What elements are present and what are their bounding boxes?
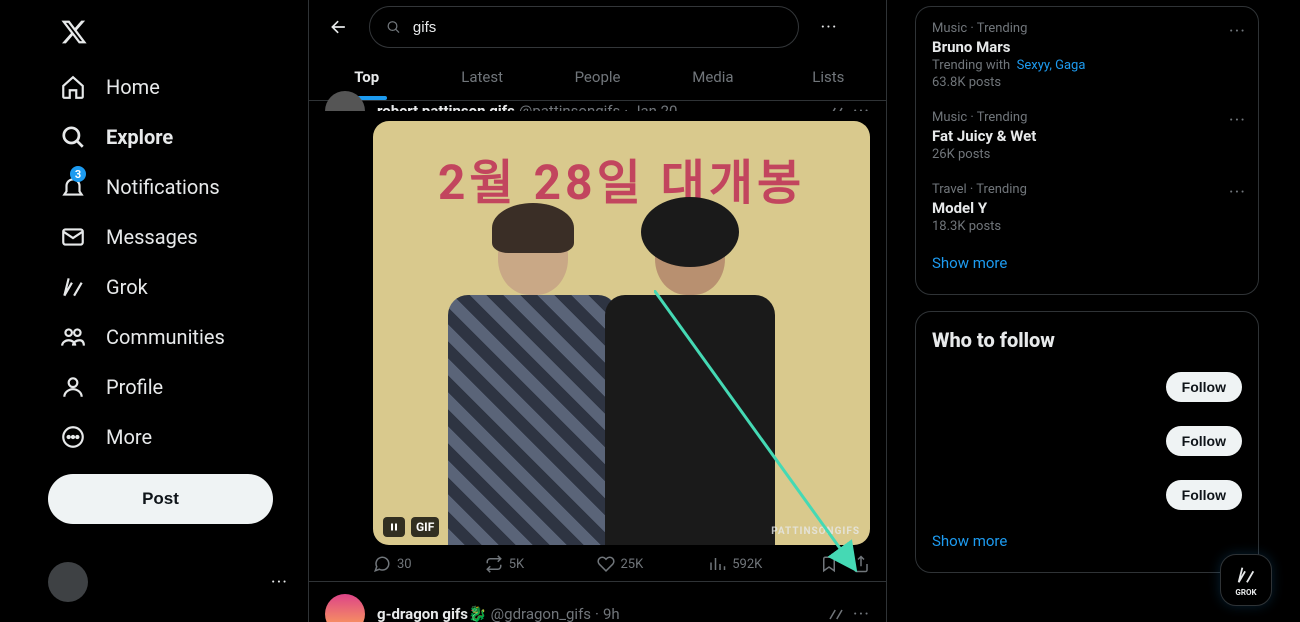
trend-item[interactable]: Music · Trending Bruno Mars Trending wit… [916,11,1258,100]
search-options-button[interactable]: ··· [811,9,847,45]
tweet-media[interactable]: 2월 28일 대개봉 GIF PATTINSONGIFS [373,121,870,545]
media-background-text: 2월 28일 대개봉 [373,143,870,213]
follow-suggestion[interactable]: Follow [916,414,1258,468]
notification-badge: 3 [70,166,86,182]
like-button[interactable]: 25K [597,555,709,573]
follow-button[interactable]: Follow [1166,426,1242,456]
x-logo[interactable] [48,10,308,58]
tweet-avatar[interactable] [325,594,365,622]
search-box[interactable] [369,6,799,48]
tweet-actions: 30 5K 25K 592K [309,545,886,581]
nav-grok[interactable]: Grok [48,262,308,312]
ellipsis-icon: ··· [271,572,288,593]
follow-button[interactable]: Follow [1166,480,1242,510]
account-switcher[interactable]: ··· [48,562,288,602]
post-button[interactable]: Post [48,474,273,524]
tweet-header: robert pattinson gifs @pattinsongifs · J… [309,87,886,111]
nav-communities[interactable]: Communities [48,312,308,362]
tweet-header: g-dragon gifs🐉 @gdragon_gifs · 9h ··· [309,581,886,622]
nav-label: Communities [106,325,225,349]
tweet-author-name[interactable]: g-dragon gifs🐉 [377,605,487,622]
nav-home[interactable]: Home [48,62,308,112]
nav-label: More [106,425,152,449]
tweet-date[interactable]: 9h [603,605,620,622]
follow-suggestion[interactable]: Follow [916,468,1258,522]
trend-more-button[interactable]: ··· [1229,110,1246,131]
nav-messages[interactable]: Messages [48,212,308,262]
nav-label: Notifications [106,175,220,199]
right-sidebar: Music · Trending Bruno Mars Trending wit… [887,0,1299,622]
main-column: ··· Top Latest People Media Lists robert… [308,0,887,622]
nav-notifications[interactable]: 3 Notifications [48,162,308,212]
trend-related-link[interactable]: Sexyy, Gaga [1017,58,1086,73]
tweet-more-button[interactable]: ··· [853,101,870,112]
tweet-more-button[interactable]: ··· [853,604,870,622]
search-icon [386,19,401,35]
media-watermark: PATTINSONGIFS [771,526,860,537]
tweet-date[interactable]: Jan 20 [632,102,677,111]
views-button[interactable]: 592K [708,555,820,573]
grok-icon[interactable] [827,604,845,622]
gif-badge: GIF [411,517,439,537]
grok-icon[interactable] [827,102,845,111]
follow-button[interactable]: Follow [1166,372,1242,402]
back-button[interactable] [321,9,357,45]
trends-card: Music · Trending Bruno Mars Trending wit… [915,6,1259,295]
trend-more-button[interactable]: ··· [1229,182,1246,203]
nav-label: Home [106,75,160,99]
nav-label: Profile [106,375,163,399]
reply-button[interactable]: 30 [373,555,485,573]
trend-more-button[interactable]: ··· [1229,21,1246,42]
nav-profile[interactable]: Profile [48,362,308,412]
tweet-author-handle[interactable]: @gdragon_gifs [491,605,591,622]
trends-show-more[interactable]: Show more [916,244,1258,282]
follow-suggestion[interactable]: Follow [916,360,1258,414]
follow-show-more[interactable]: Show more [916,522,1258,560]
user-avatar [48,562,88,602]
search-input[interactable] [413,19,782,36]
trend-item[interactable]: Travel · Trending Model Y 18.3K posts ··… [916,172,1258,244]
retweet-button[interactable]: 5K [485,555,597,573]
who-to-follow-card: Who to follow Follow Follow Follow Show … [915,311,1259,573]
tweet-author-handle[interactable]: @pattinsongifs [519,102,620,111]
gif-pause-button[interactable] [383,517,405,537]
left-navigation: Home Explore 3 Notifications Messages Gro… [0,0,308,622]
grok-fab-button[interactable]: GROK [1220,554,1272,606]
nav-label: Messages [106,225,198,249]
nav-label: Explore [106,125,173,149]
tweet-avatar[interactable] [325,91,365,111]
nav-explore[interactable]: Explore [48,112,308,162]
who-to-follow-title: Who to follow [916,324,1258,360]
nav-label: Grok [106,275,148,299]
tweet-author-name[interactable]: robert pattinson gifs [377,102,515,111]
bookmark-button[interactable] [820,555,838,573]
share-button[interactable] [852,555,870,573]
trend-item[interactable]: Music · Trending Fat Juicy & Wet 26K pos… [916,100,1258,172]
nav-more[interactable]: More [48,412,308,462]
